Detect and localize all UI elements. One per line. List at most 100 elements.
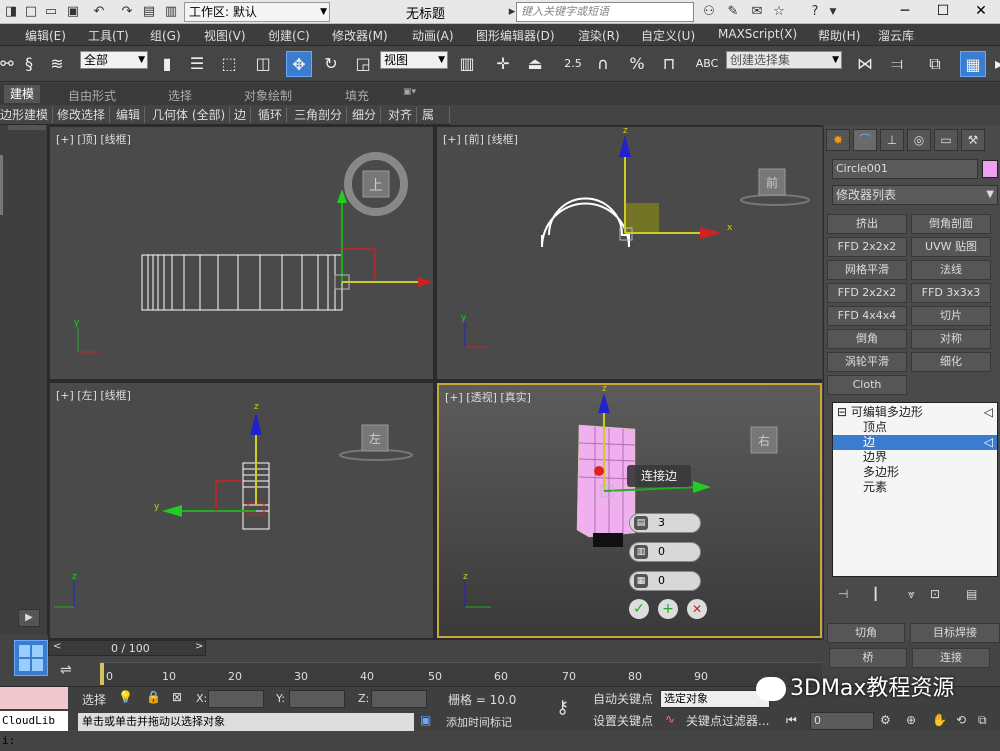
go-to-start-icon[interactable]: ⏮ bbox=[786, 713, 797, 728]
caddy-segments-value[interactable]: 3 bbox=[658, 516, 665, 529]
select-scale-icon[interactable]: ◲ bbox=[350, 51, 376, 77]
viewport-top[interactable]: 上 y [+] [顶] [线框] bbox=[50, 127, 433, 379]
spinner-snap-icon[interactable]: ⊓ bbox=[656, 51, 682, 77]
stack-item-polygon[interactable]: 多边形 bbox=[833, 465, 997, 480]
motion-tab-icon[interactable]: ◎ bbox=[907, 129, 931, 151]
edit-named-selection-icon[interactable]: ABC bbox=[694, 51, 720, 77]
favorites-star-icon[interactable]: ☆ bbox=[770, 3, 788, 21]
bridge-button[interactable]: 桥 bbox=[829, 648, 907, 668]
create-tab-icon[interactable]: ✸ bbox=[826, 129, 850, 151]
make-unique-icon[interactable]: ⩔ bbox=[908, 587, 915, 602]
select-manipulate-icon[interactable]: ✛ bbox=[490, 51, 516, 77]
viewport-perspective-label[interactable]: [+] [透视] [真实] bbox=[445, 389, 531, 405]
modifier-button-meshsmooth[interactable]: 网格平滑 bbox=[827, 260, 907, 280]
utilities-tab-icon[interactable]: ⚒ bbox=[961, 129, 985, 151]
toggle-ribbon-icon[interactable]: ▦ bbox=[960, 51, 986, 77]
selection-lock-icon[interactable]: 🔒 bbox=[146, 690, 161, 704]
object-name-field[interactable]: Circle001 bbox=[832, 159, 978, 179]
modifier-button-ffd-4x4x4[interactable]: FFD 4x4x4 bbox=[827, 306, 907, 326]
caddy-pinch-field[interactable]: ▥ 0 bbox=[629, 542, 701, 562]
close-icon[interactable]: ✕ bbox=[962, 0, 1000, 24]
display-tab-icon[interactable]: ▭ bbox=[934, 129, 958, 151]
percent-snap-icon[interactable]: % bbox=[624, 51, 650, 77]
mini-curve-editor-icon[interactable]: ⇌ bbox=[60, 662, 82, 684]
caddy-cancel-icon[interactable]: ✕ bbox=[687, 599, 707, 619]
workspace-selector[interactable]: 工作区: 默认 ▼ bbox=[184, 2, 330, 22]
modifier-button-cloth[interactable]: Cloth bbox=[827, 375, 907, 395]
modifier-button-chamfer[interactable]: 倒角 bbox=[827, 329, 907, 349]
current-time-marker[interactable] bbox=[100, 663, 104, 685]
strip-handle[interactable] bbox=[8, 125, 46, 130]
open-file-icon[interactable]: ▭ bbox=[42, 3, 60, 21]
panel-polygon-modeling[interactable]: 边形建模 bbox=[0, 107, 54, 123]
viewport-front[interactable]: x z 前 y [+] [前] [线框] bbox=[437, 127, 822, 379]
rectangular-selection-icon[interactable]: ⬚ bbox=[216, 51, 242, 77]
panel-geometry-all[interactable]: 几何体 (全部) bbox=[148, 107, 231, 123]
keyboard-shortcut-override-icon[interactable]: ⏏ bbox=[522, 51, 548, 77]
tab-populate[interactable]: 填充 bbox=[345, 87, 369, 104]
modifier-button-extrude[interactable]: 挤出 bbox=[827, 214, 907, 234]
tab-freeform[interactable]: 自由形式 bbox=[68, 87, 116, 104]
menu-create[interactable]: 创建(C) bbox=[268, 27, 310, 44]
light-bulb-triangle-icon[interactable]: ◁ bbox=[984, 405, 993, 420]
viewcube-left-label[interactable]: 左 bbox=[369, 431, 381, 446]
caddy-segments-field[interactable]: ▤ 3 bbox=[629, 513, 701, 533]
save-icon[interactable]: ▣ bbox=[64, 3, 82, 21]
zoom-icon[interactable]: ⊕ bbox=[906, 713, 916, 727]
set-key-button[interactable]: 设置关键点 bbox=[593, 712, 653, 729]
edge-chamfer-button[interactable]: 切角 bbox=[827, 623, 905, 643]
viewport-front-label[interactable]: [+] [前] [线框] bbox=[443, 131, 518, 147]
tab-object-paint[interactable]: 对象绘制 bbox=[244, 87, 292, 104]
named-selection-sets-dropdown[interactable]: 创建选择集 ▼ bbox=[726, 51, 842, 69]
absolute-mode-icon[interactable]: ⊠ bbox=[172, 690, 182, 704]
viewcube-persp-label[interactable]: 右 bbox=[758, 433, 770, 448]
stack-item-border[interactable]: 边界 bbox=[833, 450, 997, 465]
modifier-button-symmetry[interactable]: 对称 bbox=[911, 329, 991, 349]
modifier-button-normal[interactable]: 法线 bbox=[911, 260, 991, 280]
modifier-button-slice[interactable]: 切片 bbox=[911, 306, 991, 326]
menu-modifiers[interactable]: 修改器(M) bbox=[332, 27, 388, 44]
maxscript-listener-pink[interactable] bbox=[0, 687, 68, 709]
modifier-button-uvw-map[interactable]: UVW 贴图 bbox=[911, 237, 991, 257]
undo-icon[interactable]: ↶ bbox=[90, 3, 108, 21]
menu-liuyunku[interactable]: 溜云库 bbox=[878, 27, 914, 44]
key-mode-icon[interactable]: ⚷ bbox=[556, 697, 569, 718]
pivot-point-icon[interactable]: ▥ bbox=[454, 51, 480, 77]
menu-edit[interactable]: 编辑(E) bbox=[25, 27, 66, 44]
strip-scrollbar[interactable] bbox=[0, 155, 3, 215]
viewport-layout-tab[interactable] bbox=[14, 640, 48, 676]
auto-key-button[interactable]: 自动关键点 bbox=[593, 690, 653, 707]
select-by-name-icon[interactable]: ☰ bbox=[184, 51, 210, 77]
maxscript-mini-listener[interactable]: CloudLib i: bbox=[0, 711, 68, 747]
maximize-icon[interactable]: ☐ bbox=[924, 0, 962, 24]
select-object-icon[interactable]: ▮ bbox=[154, 51, 180, 77]
viewport-left[interactable]: z y 左 z [+] [左] [线框] bbox=[50, 383, 433, 638]
set-project-icon[interactable]: ▥ bbox=[162, 3, 180, 21]
key-filters-button[interactable]: 关键点过滤器... bbox=[686, 712, 769, 729]
z-coord-field[interactable] bbox=[371, 690, 427, 708]
caddy-slide-value[interactable]: 0 bbox=[658, 574, 665, 587]
search-input[interactable]: 键入关键字或短语 bbox=[516, 2, 694, 22]
more-tools-icon[interactable]: ▸ bbox=[986, 51, 1000, 77]
panel-loops[interactable]: 循环 bbox=[254, 107, 288, 123]
collapse-icon[interactable]: ⊟ bbox=[837, 405, 847, 419]
modifier-button-ffd-2x2x2-b[interactable]: FFD 2x2x2 bbox=[827, 283, 907, 303]
time-slider[interactable]: < 0 / 100 > bbox=[48, 640, 206, 656]
new-file-icon[interactable]: □ bbox=[22, 3, 40, 21]
expand-panel-icon[interactable]: ▶ bbox=[18, 609, 40, 627]
connect-button[interactable]: 连接 bbox=[912, 648, 990, 668]
remove-modifier-icon[interactable]: ⊡ bbox=[930, 587, 940, 601]
modifier-button-turbosmooth[interactable]: 涡轮平滑 bbox=[827, 352, 907, 372]
align-icon[interactable]: ⫤ bbox=[884, 51, 910, 77]
select-move-icon[interactable]: ✥ bbox=[286, 51, 312, 77]
layer-explorer-icon[interactable]: ⧉ bbox=[922, 51, 948, 77]
redo-icon[interactable]: ↷ bbox=[118, 3, 136, 21]
panel-align[interactable]: 对齐 bbox=[384, 107, 418, 123]
mirror-icon[interactable]: ⋈ bbox=[852, 51, 878, 77]
menu-customize[interactable]: 自定义(U) bbox=[641, 27, 695, 44]
viewport-left-label[interactable]: [+] [左] [线框] bbox=[56, 387, 131, 403]
modifier-list-dropdown[interactable]: 修改器列表 ▼ bbox=[832, 185, 998, 205]
show-end-result-icon[interactable]: ┃ bbox=[872, 587, 879, 601]
panel-properties[interactable]: 属性 bbox=[418, 107, 450, 138]
tab-selection[interactable]: 选择 bbox=[168, 87, 192, 104]
